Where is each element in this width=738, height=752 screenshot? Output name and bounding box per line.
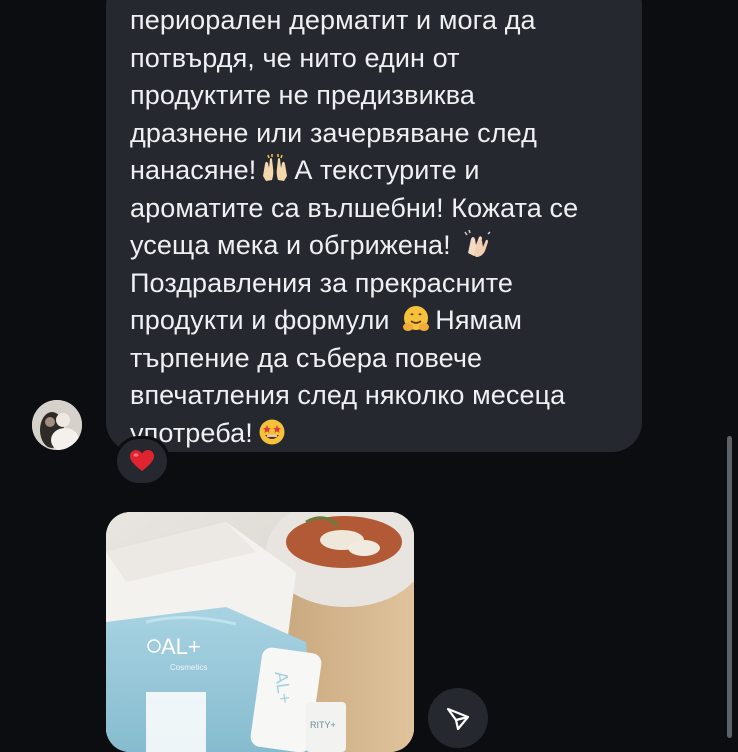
- avatar[interactable]: [32, 400, 82, 450]
- raising-hands-emoji: [263, 154, 288, 181]
- product-photo: AL+ Cosmetics AL+ RITY+: [106, 512, 414, 752]
- hugging-face-emoji: [403, 306, 430, 331]
- brand-logo-subtext: Cosmetics: [170, 663, 207, 672]
- message-fragment: продукти и формули: [130, 305, 390, 335]
- brand-logo-text: AL+: [161, 634, 201, 659]
- message-line: продукти и формули Нямам: [130, 302, 630, 340]
- star-struck-emoji: [259, 419, 285, 444]
- shared-photo[interactable]: AL+ Cosmetics AL+ RITY+: [106, 512, 414, 752]
- clapping-hands-emoji: [464, 229, 491, 257]
- message-line: ароматите са вълшебни! Кожата се: [130, 192, 579, 223]
- message-line: употреба!: [130, 415, 630, 453]
- message-line: търпение да събера повече: [130, 342, 483, 373]
- message-line: нанасяне! А текстурите и: [130, 152, 630, 190]
- message-line: периорален дерматит и мога да: [130, 5, 536, 35]
- red-heart-emoji: [130, 450, 154, 471]
- scrollbar[interactable]: [727, 436, 732, 738]
- message-line: усеща мека и обгрижена!: [130, 227, 630, 265]
- reaction-badge[interactable]: [114, 436, 170, 486]
- message-fragment: усеща мека и обгрижена!: [130, 230, 451, 260]
- send-icon: [446, 707, 470, 731]
- message-bubble[interactable]: периорален дерматит и мога да потвърдя, …: [106, 0, 642, 452]
- bottle-label: RITY+: [310, 720, 336, 730]
- message-line: впечатления след няколко месеца: [130, 380, 566, 410]
- message-line: дразнене или зачервяване след: [130, 117, 538, 148]
- avatar-photo: [32, 400, 82, 450]
- share-button[interactable]: [428, 688, 488, 748]
- message-line: Поздравления за прекрасните: [130, 267, 513, 298]
- message-fragment: нанасяне!: [130, 155, 257, 185]
- message-line: потвърдя, че нито един от: [130, 42, 460, 73]
- message-line: продуктите не предизвиква: [130, 80, 475, 110]
- message-text: периорален дерматит и мога да потвърдя, …: [130, 2, 630, 452]
- message-fragment: А текстурите и: [294, 155, 480, 185]
- message-fragment: Нямам: [435, 305, 522, 335]
